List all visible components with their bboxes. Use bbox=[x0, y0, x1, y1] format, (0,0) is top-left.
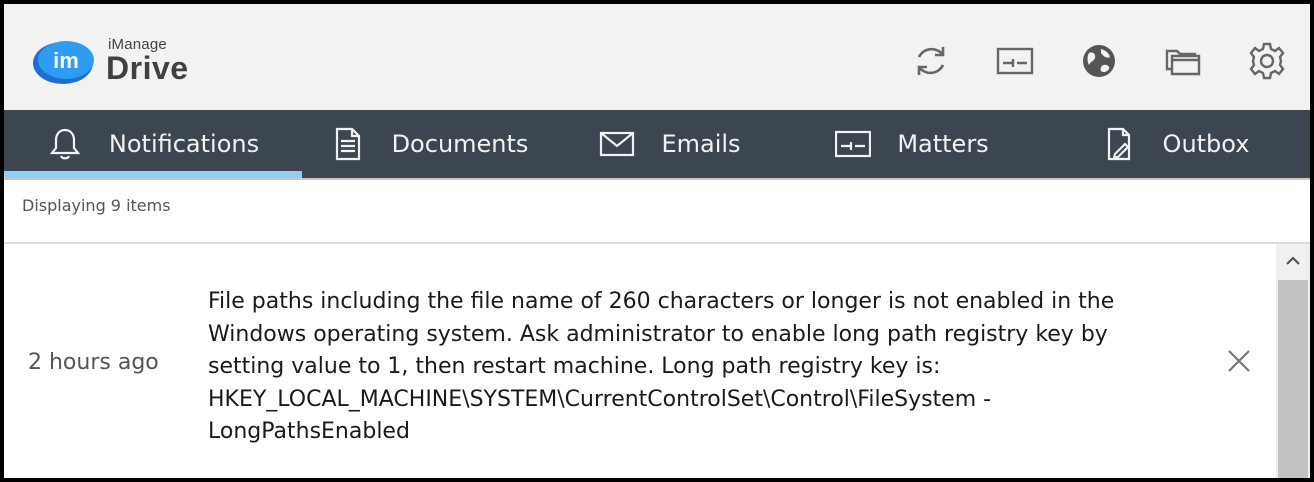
tab-emails[interactable]: Emails bbox=[556, 110, 784, 178]
matters-panel-icon[interactable] bbox=[994, 40, 1036, 82]
sync-icon[interactable] bbox=[910, 40, 952, 82]
tab-label: Outbox bbox=[1162, 130, 1250, 158]
message-line: setting value to 1, then restart machine… bbox=[208, 354, 941, 379]
logo-mark-text: im bbox=[53, 48, 79, 73]
vertical-scrollbar[interactable] bbox=[1276, 244, 1310, 478]
notification-time: 2 hours ago bbox=[28, 350, 159, 375]
item-count: Displaying 9 items bbox=[22, 196, 171, 215]
message-line: File paths including the file name of 26… bbox=[208, 289, 1115, 314]
close-icon[interactable] bbox=[1226, 348, 1252, 374]
imanage-logo-icon: im bbox=[33, 41, 94, 84]
app-window: im iManage Drive Notifications Documents… bbox=[4, 4, 1310, 478]
app-header: im iManage Drive bbox=[4, 4, 1310, 110]
chevron-up-icon bbox=[1286, 256, 1300, 265]
tab-outbox[interactable]: Outbox bbox=[1040, 110, 1310, 178]
brand-name-big: Drive bbox=[106, 50, 189, 86]
envelope-icon bbox=[600, 131, 635, 157]
settings-gear-icon[interactable] bbox=[1246, 40, 1288, 82]
nav-divider bbox=[4, 178, 1310, 180]
outbox-icon bbox=[1107, 127, 1130, 161]
header-toolbar bbox=[868, 40, 1288, 82]
scroll-thumb[interactable] bbox=[1278, 280, 1308, 478]
scroll-up-button[interactable] bbox=[1276, 244, 1310, 278]
globe-icon[interactable] bbox=[1078, 40, 1120, 82]
tab-notifications[interactable]: Notifications bbox=[4, 110, 302, 178]
tab-documents[interactable]: Documents bbox=[302, 110, 556, 178]
folders-icon[interactable] bbox=[1162, 40, 1204, 82]
notification-item[interactable]: 2 hours ago File paths including the fil… bbox=[4, 244, 1276, 478]
notification-message: File paths including the file name of 26… bbox=[208, 286, 1188, 449]
message-line: LongPathsEnabled bbox=[208, 419, 410, 444]
tab-label: Notifications bbox=[108, 130, 260, 158]
message-line: Windows operating system. Ask administra… bbox=[208, 321, 1108, 347]
tab-label: Emails bbox=[661, 130, 741, 158]
app-logo[interactable]: im iManage Drive bbox=[30, 34, 210, 94]
matter-icon bbox=[835, 130, 872, 158]
message-line: HKEY_LOCAL_MACHINE\SYSTEM\CurrentControl… bbox=[208, 386, 992, 412]
bell-icon bbox=[49, 128, 81, 160]
tab-label: Documents bbox=[391, 130, 529, 158]
tab-matters[interactable]: Matters bbox=[784, 110, 1040, 178]
tab-label: Matters bbox=[897, 130, 989, 158]
main-nav: Notifications Documents Emails Matters O… bbox=[4, 110, 1310, 178]
document-icon bbox=[335, 127, 360, 161]
